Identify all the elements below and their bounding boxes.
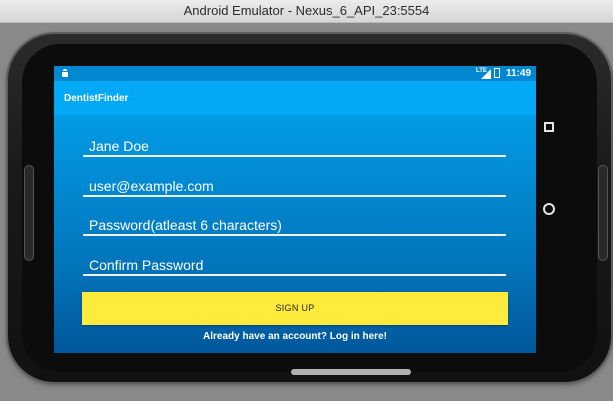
phone-bottom-edge: [291, 369, 411, 375]
confirm-password-field[interactable]: Confirm Password: [83, 254, 506, 276]
password-field-placeholder: Password(atleast 6 characters): [89, 217, 282, 233]
status-time: 11:49: [506, 68, 532, 79]
app-title: DentistFinder: [64, 93, 129, 104]
android-icon: [62, 69, 68, 77]
home-circle-icon[interactable]: [543, 203, 555, 215]
speaker-grip-right: [598, 165, 608, 261]
window-title: Android Emulator - Nexus_6_API_23:5554: [183, 3, 430, 18]
confirm-password-placeholder: Confirm Password: [89, 257, 204, 273]
emulator-title-bar: Android Emulator - Nexus_6_API_23:5554: [0, 0, 613, 23]
login-link[interactable]: Already have an account? Log in here!: [54, 331, 536, 342]
password-field[interactable]: Password(atleast 6 characters): [83, 214, 506, 236]
battery-icon: [494, 68, 500, 78]
name-field[interactable]: Jane Doe: [83, 135, 506, 157]
signal-icon: [481, 69, 491, 79]
app-bar: DentistFinder: [54, 81, 536, 115]
email-field-text: user@example.com: [89, 178, 214, 194]
email-field[interactable]: user@example.com: [83, 175, 506, 197]
device-screen: LTE 11:49 DentistFinder Jane Doe user@ex…: [54, 66, 536, 353]
name-field-text: Jane Doe: [89, 138, 149, 154]
status-bar: LTE 11:49: [54, 66, 536, 81]
recents-square-icon[interactable]: [544, 122, 554, 132]
sign-up-button[interactable]: SIGN UP: [82, 292, 508, 325]
speaker-grip-left: [24, 165, 34, 261]
